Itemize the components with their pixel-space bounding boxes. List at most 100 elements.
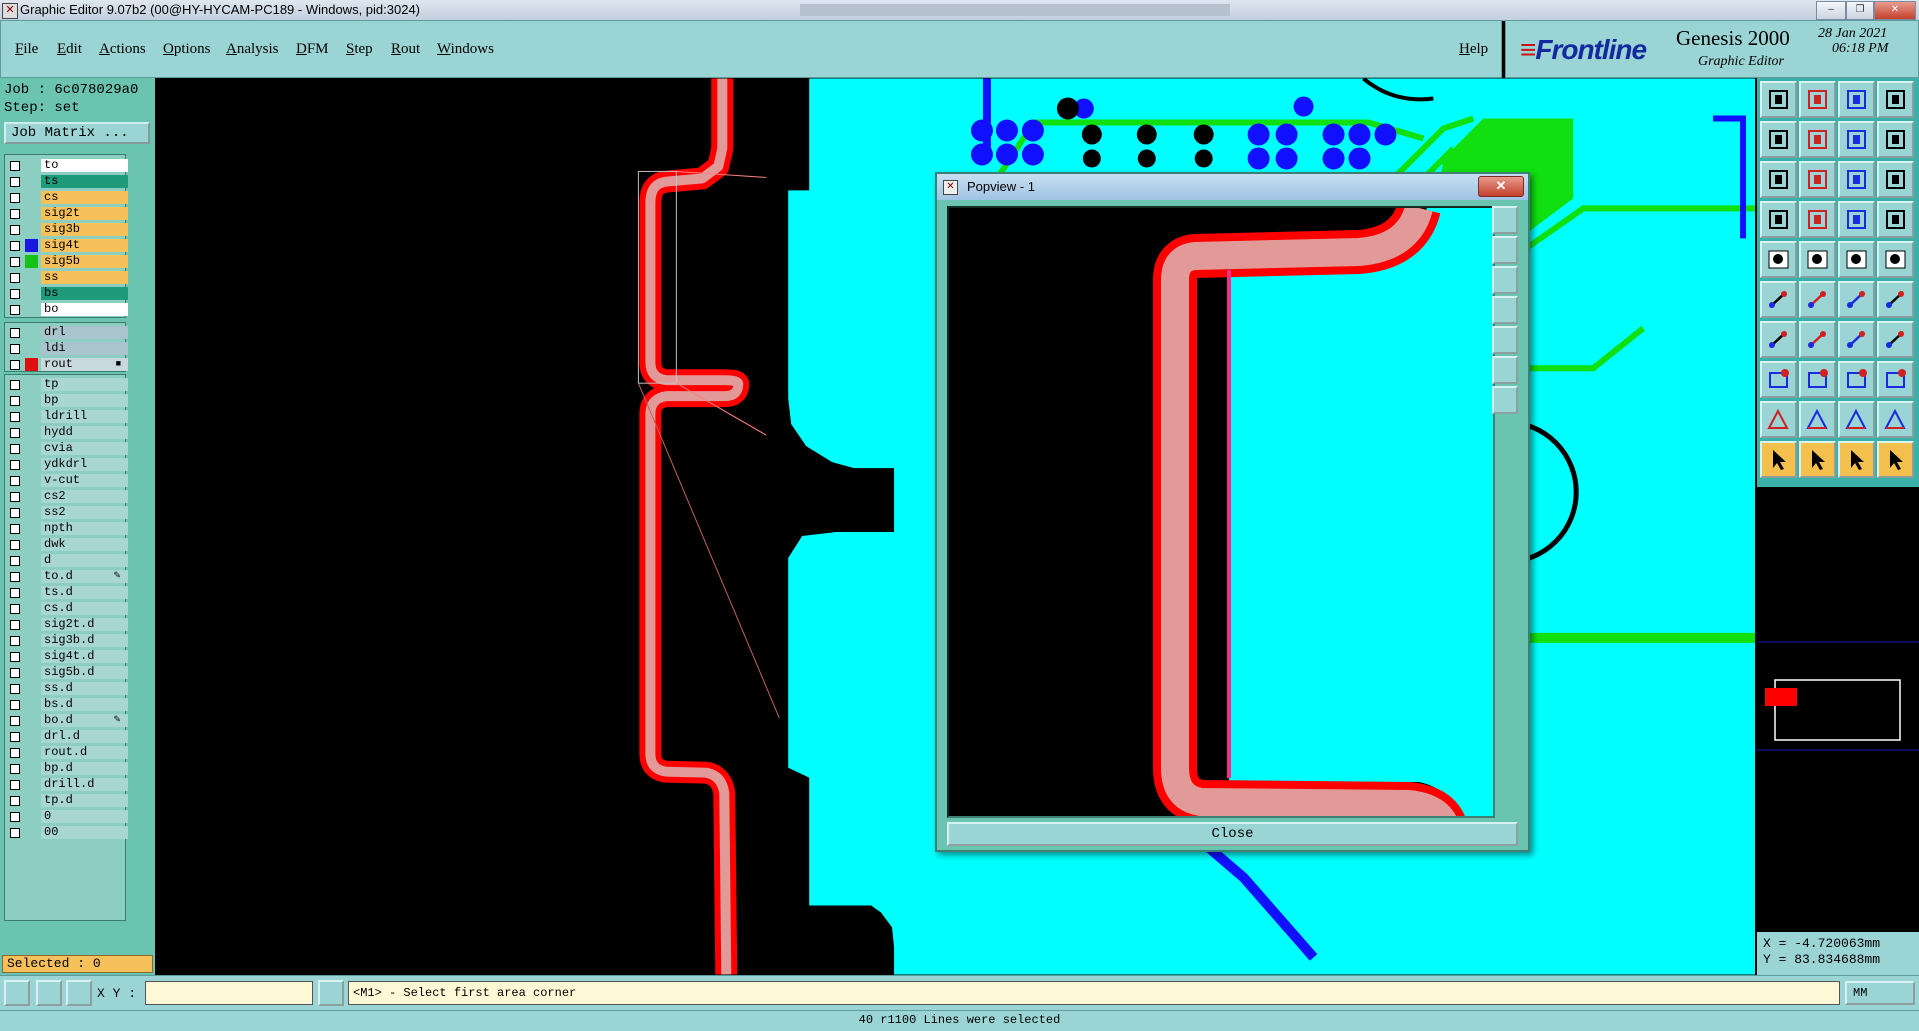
layer-checkbox[interactable]	[10, 209, 20, 219]
minus-icon[interactable]	[1799, 361, 1836, 398]
layer-row-drill.d[interactable]: drill.d	[6, 777, 128, 792]
layer-row-sig3b[interactable]: sig3b	[6, 222, 128, 237]
layer-checkbox[interactable]	[10, 668, 20, 678]
layer-checkbox[interactable]	[10, 652, 20, 662]
layer-name[interactable]: bp.d	[41, 762, 128, 775]
layer-row-ldi[interactable]: ldi	[6, 341, 128, 356]
layer-name[interactable]: cs	[41, 191, 128, 204]
minimize-button[interactable]: –	[1816, 1, 1846, 20]
menu-dfm[interactable]: DFM	[296, 41, 329, 58]
move-to-top-icon[interactable]	[1760, 81, 1797, 118]
pad-select-icon[interactable]	[1760, 361, 1797, 398]
layer-checkbox[interactable]	[10, 396, 20, 406]
layer-name[interactable]: ldrill	[41, 410, 128, 423]
layer-row-rout.d[interactable]: rout.d	[6, 745, 128, 760]
feature-icon[interactable]	[1877, 361, 1914, 398]
layer-checkbox[interactable]	[10, 193, 20, 203]
menu-analysis[interactable]: Analysis	[226, 41, 279, 58]
layer-row-d[interactable]: d	[6, 553, 128, 568]
layer-checkbox[interactable]	[10, 828, 20, 838]
link-icon[interactable]	[1838, 281, 1875, 318]
menu-options[interactable]: Options	[163, 41, 211, 58]
move-to-bottom-icon[interactable]	[1799, 81, 1836, 118]
layer-checkbox[interactable]	[10, 588, 20, 598]
layer-checkbox[interactable]	[10, 748, 20, 758]
layer-name[interactable]: cs.d	[41, 602, 128, 615]
scale-1-2-icon[interactable]	[1838, 161, 1875, 198]
layer-row-sig2t.d[interactable]: sig2t.d	[6, 617, 128, 632]
redraw-icon[interactable]	[1877, 121, 1914, 158]
cross-icon[interactable]	[1799, 281, 1836, 318]
layer-checkbox[interactable]	[10, 360, 20, 370]
panel-icon[interactable]	[1877, 201, 1914, 238]
layer-name[interactable]: bo	[41, 303, 128, 316]
units-selector[interactable]: MM	[1845, 981, 1915, 1005]
menu-rout[interactable]: Rout	[391, 41, 420, 58]
popview-tool-zoom-icon[interactable]	[1492, 206, 1518, 234]
circle-icon[interactable]	[1877, 241, 1914, 278]
menu-help[interactable]: Help	[1459, 41, 1488, 58]
layer-checkbox[interactable]	[10, 444, 20, 454]
layer-name[interactable]: npth	[41, 522, 128, 535]
layer-name[interactable]: ydkdrl	[41, 458, 128, 471]
layer-row-ts.d[interactable]: ts.d	[6, 585, 128, 600]
triangle-c-icon[interactable]	[1838, 401, 1875, 438]
layer-checkbox[interactable]	[10, 161, 20, 171]
layer-row-cvia[interactable]: cvia	[6, 441, 128, 456]
snap-icon[interactable]	[4, 980, 30, 1006]
layer-name[interactable]: sig2t	[41, 207, 128, 220]
layer-row-sig4t[interactable]: sig4t	[6, 238, 128, 253]
layer-name[interactable]: ss.d	[41, 682, 128, 695]
angle-icon[interactable]	[1760, 321, 1797, 358]
layer-row-drl[interactable]: drl	[6, 325, 128, 340]
popview-pan-down-icon[interactable]	[1492, 266, 1518, 294]
layer-row-bs[interactable]: bs	[6, 286, 128, 301]
layer-row-to.d[interactable]: to.d ✎	[6, 569, 128, 584]
layer-name[interactable]: 0	[41, 810, 128, 823]
layer-row-cs[interactable]: cs	[6, 190, 128, 205]
line-edit-icon[interactable]	[1799, 241, 1836, 278]
layout-icon[interactable]	[1877, 81, 1914, 118]
pan-right-icon[interactable]	[1799, 121, 1836, 158]
zoom-center-icon[interactable]	[1799, 161, 1836, 198]
layer-name[interactable]: tp.d	[41, 794, 128, 807]
layer-checkbox[interactable]	[10, 508, 20, 518]
maximize-button[interactable]: ❐	[1846, 1, 1874, 20]
layer-row-rout[interactable]: rout ■	[6, 357, 128, 372]
popview-zoom-fit-icon[interactable]	[1492, 356, 1518, 384]
layer-name[interactable]: cs2	[41, 490, 128, 503]
measure-icon[interactable]	[1760, 201, 1797, 238]
layer-checkbox[interactable]	[10, 289, 20, 299]
pan-left-icon[interactable]	[1760, 121, 1797, 158]
layer-checkbox[interactable]	[10, 764, 20, 774]
link-alt-icon[interactable]	[1877, 281, 1914, 318]
layer-name[interactable]: sig2t.d	[41, 618, 128, 631]
layer-checkbox[interactable]	[10, 380, 20, 390]
layer-row-ss2[interactable]: ss2	[6, 505, 128, 520]
layer-row-cs.d[interactable]: cs.d	[6, 601, 128, 616]
connect-icon[interactable]	[1760, 281, 1797, 318]
layer-name[interactable]: bp	[41, 394, 128, 407]
pointer-select-icon[interactable]	[1799, 441, 1836, 478]
measure-icon[interactable]	[36, 980, 62, 1006]
layer-checkbox[interactable]	[10, 524, 20, 534]
layer-name[interactable]: bs	[41, 287, 128, 300]
xy-input[interactable]	[145, 981, 313, 1005]
layer-name[interactable]: drill.d	[41, 778, 128, 791]
pad-icon[interactable]	[1760, 241, 1797, 278]
layer-checkbox[interactable]	[10, 412, 20, 422]
popview-zoom-home-icon[interactable]	[1492, 386, 1518, 414]
layer-row-tp[interactable]: tp	[6, 377, 128, 392]
layer-name[interactable]: sig3b.d	[41, 634, 128, 647]
menu-file[interactable]: File	[15, 41, 38, 58]
layer-row-bo.d[interactable]: bo.d ✎	[6, 713, 128, 728]
layer-checkbox[interactable]	[10, 636, 20, 646]
layer-name[interactable]: to	[41, 159, 128, 172]
layer-row-cs2[interactable]: cs2	[6, 489, 128, 504]
layer-name[interactable]: ss	[41, 271, 128, 284]
layer-name[interactable]: 00	[41, 826, 128, 839]
layer-checkbox[interactable]	[10, 684, 20, 694]
layer-checkbox[interactable]	[10, 812, 20, 822]
layer-row-00[interactable]: 00	[6, 825, 128, 840]
slash-icon[interactable]	[1799, 321, 1836, 358]
